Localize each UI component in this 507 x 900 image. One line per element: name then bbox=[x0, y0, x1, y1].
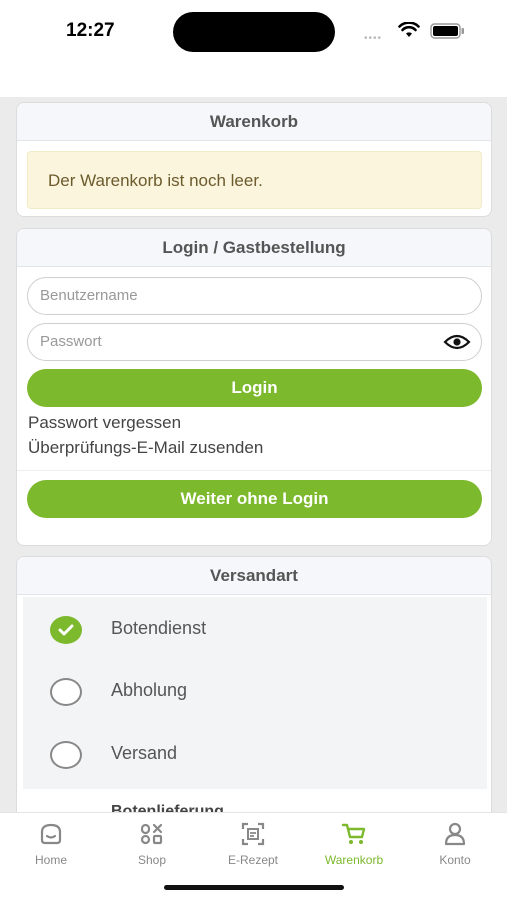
password-placeholder: Passwort bbox=[40, 333, 102, 350]
radio-checked[interactable] bbox=[50, 616, 82, 644]
radio-unchecked[interactable] bbox=[50, 678, 82, 706]
option-label: Abholung bbox=[111, 680, 188, 700]
home-indicator[interactable] bbox=[164, 885, 344, 890]
tab-label: Konto bbox=[439, 853, 471, 867]
user-icon bbox=[444, 822, 466, 846]
option-label: Versand bbox=[111, 743, 178, 763]
tab-shop[interactable]: Shop bbox=[102, 821, 202, 867]
cart-icon bbox=[341, 823, 366, 844]
shipping-title: Versandart bbox=[17, 557, 491, 595]
guest-checkout-button[interactable]: Weiter ohne Login bbox=[27, 480, 482, 518]
eye-icon[interactable] bbox=[443, 332, 471, 352]
content-scroll[interactable]: Warenkorb Der Warenkorb ist noch leer. L… bbox=[0, 97, 507, 813]
tab-konto[interactable]: Konto bbox=[405, 821, 505, 867]
radio-unchecked[interactable] bbox=[50, 741, 82, 769]
tab-label: Shop bbox=[137, 853, 167, 867]
signal-icon: •••• bbox=[364, 33, 383, 44]
login-button[interactable]: Login bbox=[27, 369, 482, 407]
login-card: Login / Gastbestellung Benutzername Pass… bbox=[16, 228, 492, 546]
tab-label: Home bbox=[34, 853, 67, 867]
username-input[interactable]: Benutzername bbox=[27, 277, 482, 315]
check-icon bbox=[58, 624, 74, 636]
dynamic-island bbox=[173, 12, 335, 52]
send-verification-link[interactable]: Überprüfungs-E-Mail zusenden bbox=[28, 438, 263, 458]
header-area bbox=[0, 62, 507, 98]
cart-title: Warenkorb bbox=[17, 103, 491, 141]
password-input[interactable]: Passwort bbox=[27, 323, 482, 361]
cart-card: Warenkorb Der Warenkorb ist noch leer. bbox=[16, 102, 492, 217]
tab-warenkorb[interactable]: Warenkorb bbox=[304, 821, 404, 867]
empty-cart-notice: Der Warenkorb ist noch leer. bbox=[27, 151, 482, 209]
status-time: 12:27 bbox=[66, 20, 115, 41]
divider bbox=[17, 470, 491, 471]
scan-icon bbox=[241, 822, 265, 846]
wifi-icon bbox=[398, 22, 420, 37]
username-placeholder: Benutzername bbox=[40, 287, 138, 304]
login-title: Login / Gastbestellung bbox=[17, 229, 491, 267]
tab-erezept[interactable]: E-Rezept bbox=[203, 821, 303, 867]
tab-label: E-Rezept bbox=[227, 853, 279, 867]
tab-label: Warenkorb bbox=[324, 853, 384, 867]
shipping-option-versand[interactable]: Versand bbox=[23, 726, 487, 788]
shipping-option-botendienst[interactable]: Botendienst bbox=[23, 601, 487, 663]
battery-icon bbox=[430, 23, 464, 39]
option-label: Botendienst bbox=[111, 618, 207, 638]
home-icon bbox=[40, 823, 62, 845]
status-bar: 12:27 •••• bbox=[0, 0, 507, 62]
tab-home[interactable]: Home bbox=[1, 821, 101, 867]
forgot-password-link[interactable]: Passwort vergessen bbox=[28, 413, 181, 433]
shipping-option-abholung[interactable]: Abholung bbox=[23, 663, 487, 725]
shop-icon bbox=[140, 823, 163, 845]
shipping-options: Botendienst Abholung Versand bbox=[23, 597, 487, 789]
shipping-card: Versandart Botendienst Abholung Versand … bbox=[16, 556, 492, 813]
